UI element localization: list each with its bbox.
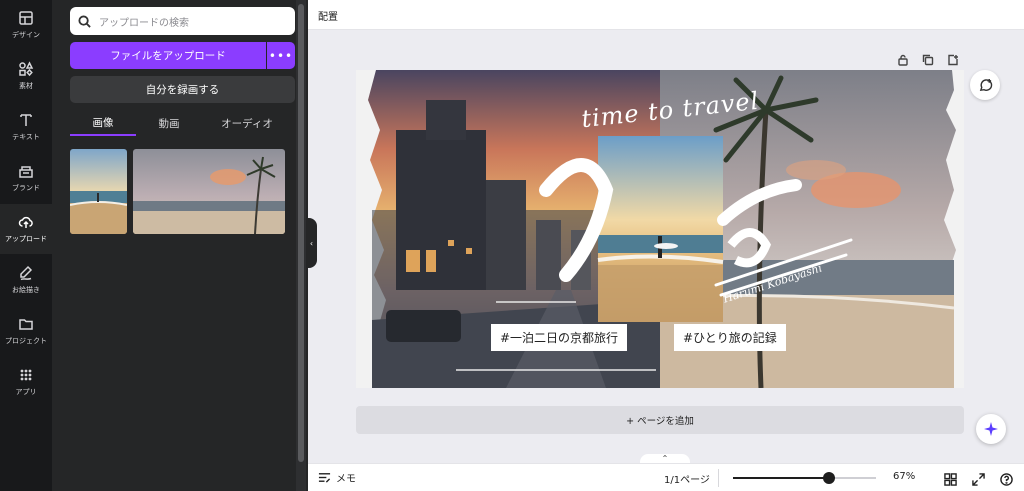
divider [718, 469, 719, 487]
duplicate-page-button[interactable] [922, 51, 936, 66]
text-icon [20, 114, 32, 126]
search-icon [78, 14, 91, 28]
palm-beach-image [133, 149, 285, 234]
uploads-panel: アップロードの検索 ファイルをアップロード ••• 自分を録画する 画像 動画 … [52, 0, 308, 491]
surfer-beach-image [70, 149, 127, 234]
hashtag-left[interactable]: #一泊二日の京都旅行 [491, 324, 628, 351]
collapse-panel-button[interactable]: ‹ [306, 218, 317, 268]
page-count[interactable]: 1/1ページ [664, 471, 710, 486]
rail-label: デザイン [12, 31, 40, 39]
rail-item-draw[interactable]: お絵描き [0, 255, 52, 305]
lock-page-button[interactable] [897, 51, 911, 66]
add-comment-button[interactable] [970, 70, 1000, 100]
add-page-icon [948, 54, 958, 66]
notes-icon [318, 473, 331, 483]
rail-label: お絵描き [12, 286, 40, 294]
chevron-left-icon: ‹ [309, 238, 314, 248]
help-icon [1000, 473, 1013, 486]
shapes-icon [19, 61, 34, 77]
uploaded-image-thumbnail[interactable] [133, 149, 285, 234]
rail-item-elements[interactable]: 素材 [0, 51, 52, 101]
magic-assistant-button[interactable] [976, 414, 1006, 444]
rail-label: アップロード [5, 235, 47, 243]
rail-label: ブランド [12, 184, 40, 192]
search-input[interactable]: アップロードの検索 [70, 7, 295, 35]
notes-label: メモ [336, 474, 356, 485]
rail-item-brand[interactable]: ブランド [0, 153, 52, 203]
upload-more-button[interactable]: ••• [267, 42, 295, 69]
rail-item-uploads[interactable]: アップロード [0, 204, 52, 254]
lock-icon [898, 54, 908, 66]
fullscreen-button[interactable] [972, 471, 986, 486]
zoom-slider-fill [733, 477, 829, 479]
zoom-slider-handle[interactable] [822, 472, 835, 484]
rail-label: プロジェクト [5, 337, 47, 345]
editor-topbar: 配置 [308, 0, 1024, 30]
rail-item-design[interactable]: デザイン [0, 0, 52, 50]
tab-images[interactable]: 画像 [70, 110, 136, 136]
rail-item-text[interactable]: テキスト [0, 102, 52, 152]
rail-label: アプリ [15, 388, 37, 396]
rail-item-projects[interactable]: プロジェクト [0, 306, 52, 356]
upload-cloud-icon [18, 216, 33, 228]
grid-view-icon [944, 473, 957, 486]
hashtag-right[interactable]: #ひとり旅の記録 [674, 324, 786, 351]
brand-icon [19, 166, 33, 178]
upload-files-button[interactable]: ファイルをアップロード [70, 42, 266, 69]
design-page[interactable]: time to travel Harumi Kobayashi #一泊二日の京都… [356, 70, 964, 388]
notes-button[interactable]: メモ [318, 470, 356, 485]
editor-bottombar: メモ 1/1ページ 67% [308, 463, 1024, 491]
rail-label: テキスト [12, 133, 40, 141]
left-rail: デザイン 素材 テキスト ブランド アップロード お絵描き プロジェクト アプリ [0, 0, 52, 491]
sparkle-icon [984, 422, 998, 436]
record-yourself-button[interactable]: 自分を録画する [70, 76, 295, 103]
panel-scrollbar[interactable] [298, 4, 304, 462]
tab-audio[interactable]: オーディオ [212, 110, 282, 136]
draw-icon [20, 265, 33, 281]
add-page-icon-button[interactable] [947, 51, 961, 66]
grid-view-button[interactable] [944, 471, 958, 486]
fullscreen-icon [972, 473, 985, 486]
zoom-level[interactable]: 67% [893, 471, 915, 482]
layout-icon [19, 11, 33, 25]
help-button[interactable] [1000, 471, 1014, 486]
duplicate-icon [922, 54, 934, 66]
apps-grid-icon [20, 369, 32, 381]
folder-icon [19, 319, 33, 330]
rail-label: 素材 [19, 82, 33, 90]
tab-videos[interactable]: 動画 [136, 110, 202, 136]
search-placeholder: アップロードの検索 [99, 17, 189, 29]
comment-plus-icon [979, 78, 992, 91]
uploaded-image-thumbnail[interactable] [70, 149, 127, 234]
position-label[interactable]: 配置 [318, 8, 338, 23]
rail-item-apps[interactable]: アプリ [0, 357, 52, 407]
add-page-button[interactable]: + ページを追加 [356, 406, 964, 434]
